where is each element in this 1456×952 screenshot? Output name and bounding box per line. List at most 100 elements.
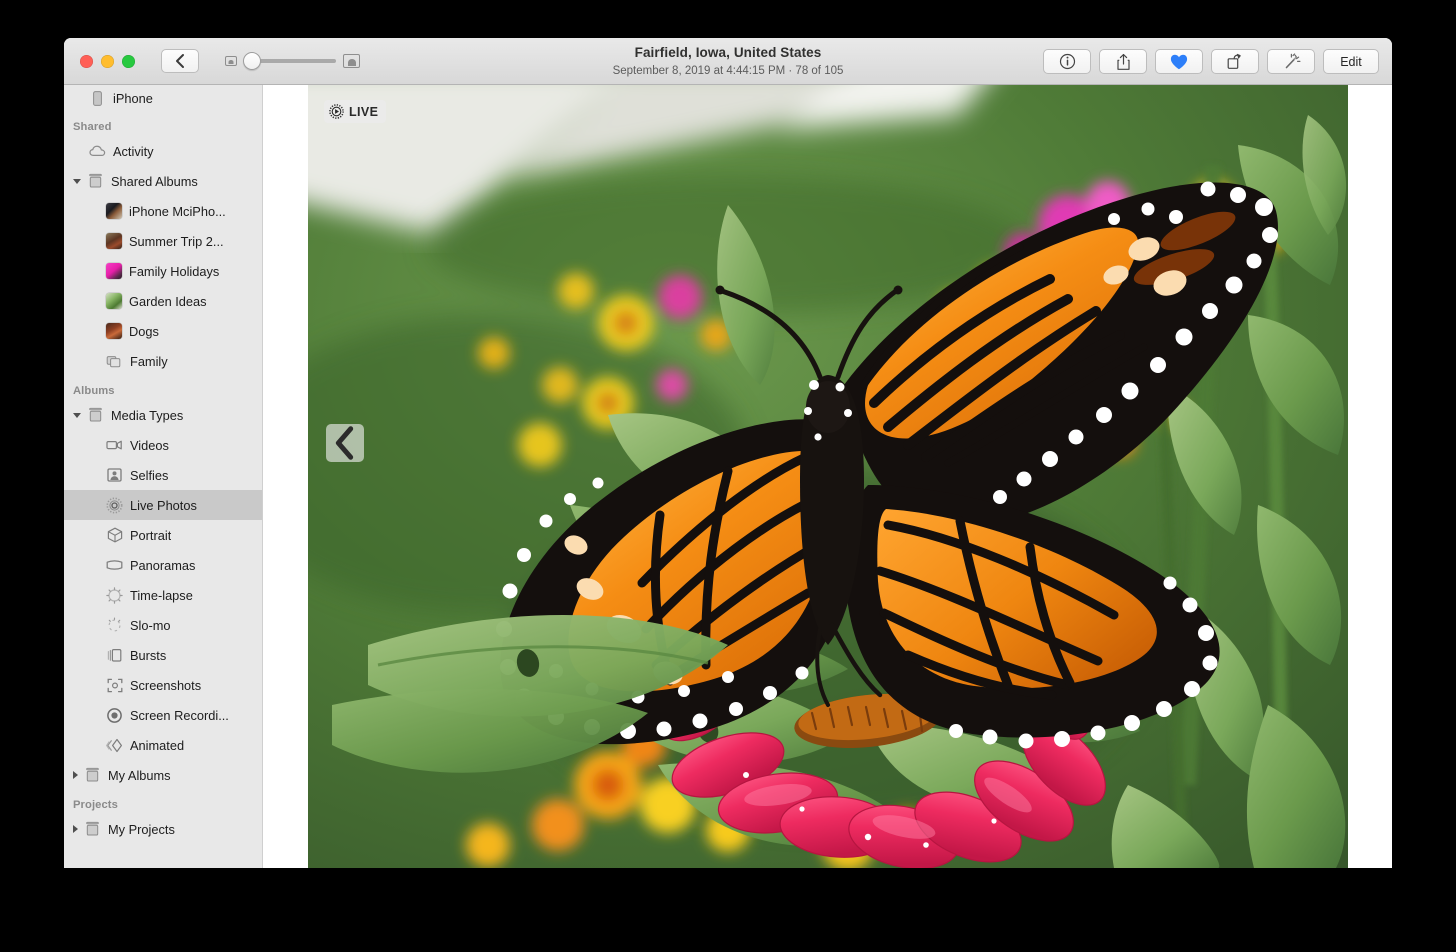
panorama-icon xyxy=(106,557,123,574)
sidebar-item-summer-trip[interactable]: Summer Trip 2... xyxy=(64,226,262,256)
sidebar-item-label: Summer Trip 2... xyxy=(129,233,224,249)
previous-photo-button[interactable] xyxy=(326,424,364,462)
info-button[interactable] xyxy=(1043,49,1091,74)
sidebar-item-videos[interactable]: Videos xyxy=(64,430,262,460)
album-thumbnail xyxy=(106,203,122,219)
sidebar-item-iphone[interactable]: iPhone xyxy=(64,85,262,112)
disclosure-triangle-open-icon[interactable] xyxy=(73,412,81,418)
sidebar-item-screen-recordings[interactable]: Screen Recordi... xyxy=(64,700,262,730)
sidebar-item-activity[interactable]: Activity xyxy=(64,136,262,166)
sidebar-item-my-albums[interactable]: My Albums xyxy=(64,760,262,790)
albums-folder-icon xyxy=(87,173,104,190)
sidebar-section-albums: Albums xyxy=(73,385,115,397)
rotate-icon xyxy=(1227,53,1241,69)
sidebar-item-label: Live Photos xyxy=(130,497,197,513)
photos-window: Fairfield, Iowa, United States September… xyxy=(64,38,1392,868)
disclosure-triangle-open-icon[interactable] xyxy=(73,178,81,184)
live-photo-icon xyxy=(106,497,123,514)
sidebar-item-label: My Albums xyxy=(108,767,171,783)
disclosure-triangle-closed-icon[interactable] xyxy=(73,825,78,833)
animated-icon xyxy=(106,737,123,754)
sidebar-item-label: Family xyxy=(130,353,168,369)
zoom-button[interactable] xyxy=(122,54,135,68)
sidebar-item-label: Shared Albums xyxy=(111,173,198,189)
sidebar-item-selfies[interactable]: Selfies xyxy=(64,460,262,490)
minimize-button[interactable] xyxy=(101,54,114,68)
enhance-button[interactable] xyxy=(1267,49,1315,74)
sidebar-item-portrait[interactable]: Portrait xyxy=(64,520,262,550)
sidebar-item-dogs[interactable]: Dogs xyxy=(64,316,262,346)
window-titlebar: Fairfield, Iowa, United States September… xyxy=(64,38,1392,85)
sidebar-item-garden-ideas[interactable]: Garden Ideas xyxy=(64,286,262,316)
slider-knob[interactable] xyxy=(243,52,261,70)
sidebar-item-label: Garden Ideas xyxy=(129,293,207,309)
chevron-left-icon xyxy=(335,426,354,460)
sidebar-section-shared: Shared xyxy=(73,121,112,133)
albums-folder-icon xyxy=(87,407,104,424)
selfie-icon xyxy=(106,467,123,484)
device-iphone-icon xyxy=(89,90,106,107)
timelapse-icon xyxy=(106,586,123,604)
sidebar-item-label: Activity xyxy=(113,143,154,159)
disclosure-triangle-closed-icon[interactable] xyxy=(73,771,78,779)
sidebar-item-live-photos[interactable]: Live Photos xyxy=(64,490,262,520)
edit-button-label: Edit xyxy=(1340,54,1362,69)
sidebar-item-family-holidays[interactable]: Family Holidays xyxy=(64,256,262,286)
sidebar-item-label: Screen Recordi... xyxy=(130,707,229,723)
sidebar-item-label: Media Types xyxy=(111,407,184,423)
small-photo-icon xyxy=(225,56,237,66)
shared-album-icon xyxy=(106,353,123,370)
photo-viewer: LIVE xyxy=(264,85,1392,868)
sidebar-item-media-types[interactable]: Media Types xyxy=(64,400,262,430)
album-thumbnail xyxy=(106,323,122,339)
sidebar-item-label: My Projects xyxy=(108,821,175,837)
screen-recording-icon xyxy=(106,707,123,724)
sidebar-item-panoramas[interactable]: Panoramas xyxy=(64,550,262,580)
rotate-button[interactable] xyxy=(1211,49,1259,74)
sidebar-item-label: Dogs xyxy=(129,323,159,339)
sidebar-item-screenshots[interactable]: Screenshots xyxy=(64,670,262,700)
sidebar-item-label: Time-lapse xyxy=(130,587,193,603)
live-photo-play-icon xyxy=(329,104,344,119)
sidebar-item-animated[interactable]: Animated xyxy=(64,730,262,760)
screenshot-icon xyxy=(106,677,123,694)
sidebar-item-label: Animated xyxy=(130,737,185,753)
sidebar-item-label: Slo-mo xyxy=(130,617,171,633)
sidebar-item-iphone-mcipho[interactable]: iPhone MciPho... xyxy=(64,196,262,226)
sidebar-item-label: Portrait xyxy=(130,527,172,543)
sidebar-item-family[interactable]: Family xyxy=(64,346,262,376)
close-button[interactable] xyxy=(80,54,93,68)
sidebar-item-my-projects[interactable]: My Projects xyxy=(64,814,262,844)
sidebar-item-label: Panoramas xyxy=(130,557,196,573)
favorite-button[interactable] xyxy=(1155,49,1203,74)
chevron-left-icon xyxy=(176,54,184,68)
share-icon xyxy=(1116,53,1130,70)
sidebar-item-shared-albums[interactable]: Shared Albums xyxy=(64,166,262,196)
album-thumbnail xyxy=(106,263,122,279)
sidebar[interactable]: iPhone Shared Activity Shared Albums iPh… xyxy=(64,85,263,868)
sidebar-item-label: Bursts xyxy=(130,647,167,663)
heart-icon xyxy=(1170,54,1188,69)
sidebar-item-label: Selfies xyxy=(130,467,169,483)
cloud-icon xyxy=(89,143,106,160)
sidebar-item-time-lapse[interactable]: Time-lapse xyxy=(64,580,262,610)
back-button[interactable] xyxy=(161,49,199,73)
sidebar-item-label: Videos xyxy=(130,437,169,453)
thumbnail-size-slider[interactable] xyxy=(225,52,360,70)
sidebar-item-label: iPhone MciPho... xyxy=(129,203,226,219)
live-photo-badge-label: LIVE xyxy=(349,104,379,119)
sidebar-item-bursts[interactable]: Bursts xyxy=(64,640,262,670)
traffic-lights xyxy=(80,54,135,68)
sidebar-item-label: Screenshots xyxy=(130,677,202,693)
album-thumbnail xyxy=(106,293,122,309)
albums-folder-icon xyxy=(84,767,101,784)
bursts-icon xyxy=(106,647,123,664)
info-icon xyxy=(1059,53,1075,70)
live-photo-badge[interactable]: LIVE xyxy=(324,100,387,123)
sidebar-item-slo-mo[interactable]: Slo-mo xyxy=(64,610,262,640)
edit-button[interactable]: Edit xyxy=(1323,49,1379,74)
slider-track[interactable] xyxy=(243,52,336,70)
sidebar-item-label: iPhone xyxy=(113,91,153,106)
share-button[interactable] xyxy=(1099,49,1147,74)
photo-image[interactable]: LIVE xyxy=(308,85,1348,868)
